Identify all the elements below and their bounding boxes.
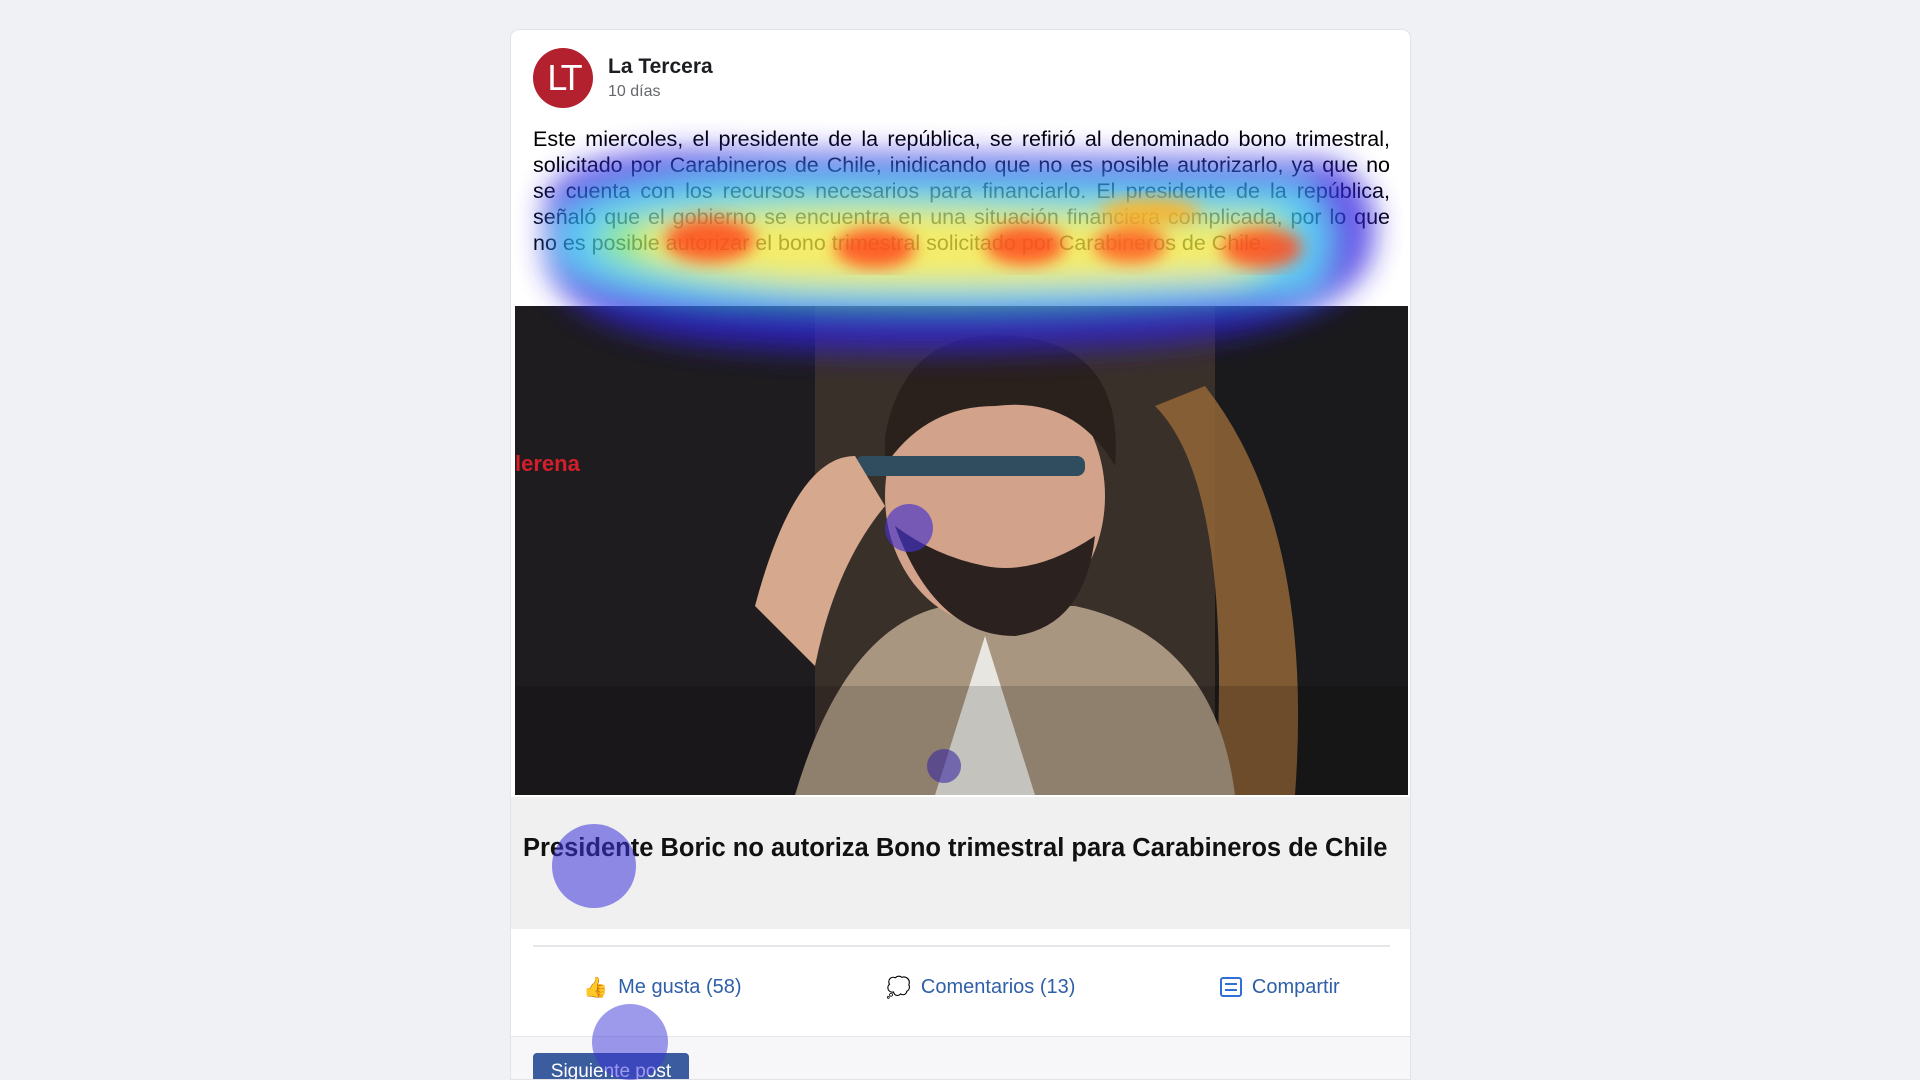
comment-label: Comentarios (13) [920, 975, 1076, 998]
post-card: LT La Tercera 10 días Este miercoles, el… [510, 29, 1411, 1080]
portrait-illustration: lerena [515, 306, 1408, 795]
like-label: Me gusta (58) [618, 975, 742, 998]
post-body: Este miercoles, el presidente de la repú… [533, 127, 1390, 255]
source-name[interactable]: La Tercera [608, 55, 713, 79]
title-box[interactable]: Presidente Boric no autoriza Bono trimes… [511, 797, 1410, 929]
post-title[interactable]: Presidente Boric no autoriza Bono trimes… [523, 833, 1393, 864]
speech-bubble-icon: 💭 [886, 976, 911, 999]
post-header: LT La Tercera 10 días [533, 46, 713, 110]
share-icon [1219, 977, 1242, 997]
image-caption: lerena [515, 451, 581, 476]
like-button[interactable]: 👍 Me gusta (58) [583, 975, 741, 1000]
post-footer: Siguiente post [511, 1036, 1410, 1079]
share-label: Compartir [1251, 975, 1340, 998]
action-bar: 👍 Me gusta (58) 💭 Comentarios (13) Compa… [511, 967, 1410, 1007]
comment-button[interactable]: 💭 Comentarios (13) [886, 975, 1075, 1000]
source-logo[interactable]: LT [533, 48, 593, 108]
share-button[interactable]: Compartir [1219, 975, 1340, 999]
next-post-button[interactable]: Siguiente post [533, 1053, 689, 1079]
post-image[interactable]: lerena [515, 306, 1408, 795]
post-time: 10 días [608, 83, 661, 100]
divider [533, 945, 1390, 947]
thumbs-up-icon: 👍 [583, 976, 609, 999]
